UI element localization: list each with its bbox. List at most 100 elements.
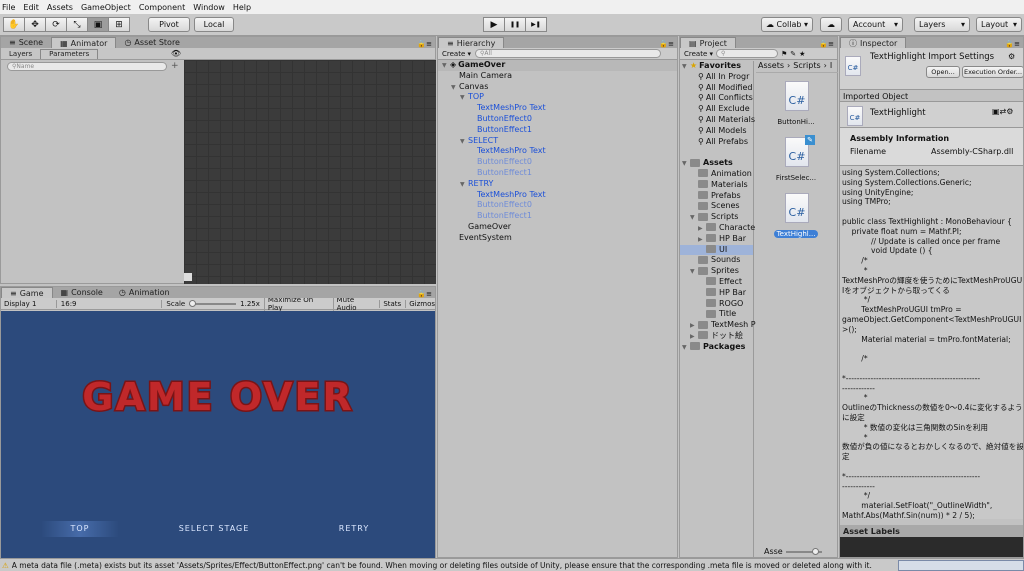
expand-arrow-icon[interactable]: ▶ [698,235,706,246]
account-dropdown[interactable]: Account ▾ [848,17,903,32]
project-tree-item[interactable]: ▼ Scripts [680,212,753,223]
animator-graph-canvas[interactable] [184,60,436,284]
expand-arrow-icon[interactable]: ▼ [682,159,690,170]
transform-tool-icon[interactable]: ⊞ [108,17,130,32]
panel-menu-icon[interactable]: 🔒≡ [417,40,432,48]
project-tree-item[interactable]: ▶ ドット絵 [680,331,753,342]
pause-button[interactable]: ❚❚ [504,17,526,32]
hierarchy-item[interactable]: TextMeshPro Text [438,103,677,114]
project-tree-item[interactable]: UI [680,244,753,256]
project-tree-item[interactable]: ▶ TextMesh P [680,320,756,331]
hierarchy-item[interactable]: ▼ Canvas [438,82,677,93]
panel-menu-icon[interactable]: 🔒≡ [659,40,674,48]
layout-dropdown[interactable]: Layout ▾ [976,17,1022,32]
project-tree-item[interactable]: ▶ Characte [680,223,755,234]
hierarchy-item[interactable]: Main Camera [438,71,677,82]
project-tree-item[interactable]: Animation [680,169,753,180]
tab-animation[interactable]: ◷ Animation [111,287,178,298]
project-tree-item[interactable]: ▼ Sprites [680,266,753,277]
menu-item-help[interactable]: Help [233,3,251,12]
rect-tool-icon[interactable]: ▣ [87,17,109,32]
menu-top-button[interactable]: TOP [41,521,119,537]
menu-item-gameobject[interactable]: GameObject [81,3,131,12]
hierarchy-item[interactable]: GameOver [438,222,677,233]
hierarchy-item[interactable]: ▼ ◈ GameOver [438,60,677,71]
tab-project[interactable]: ▤ Project [680,37,736,48]
rotate-tool-icon[interactable]: ⟳ [45,17,67,32]
tab-layers[interactable]: Layers [1,49,40,59]
open-button[interactable]: Open... [926,66,960,78]
icon-size-slider[interactable] [785,547,822,555]
expand-arrow-icon[interactable]: ▼ [442,61,450,72]
expand-arrow-icon[interactable]: ▼ [690,213,698,224]
expand-arrow-icon[interactable]: ▼ [690,267,698,278]
create-dropdown[interactable]: Create ▾ [684,50,713,58]
breadcrumb-scripts[interactable]: Scripts [793,61,820,72]
hierarchy-item[interactable]: ▼ RETRY [438,179,677,190]
aspect-dropdown[interactable]: 16:9 [61,299,163,308]
project-tree-item[interactable]: ⚲ All Prefabs [680,137,753,148]
cloud-icon[interactable]: ☁ [820,17,842,32]
scale-tool-icon[interactable]: ⤡ [66,17,88,32]
script-file[interactable]: C# ✎ FirstSelec... [756,135,836,189]
project-tree-item[interactable]: ▼ Packages [680,342,753,353]
hierarchy-item[interactable]: ButtonEffect1 [438,211,677,222]
expand-arrow-icon[interactable]: ▼ [460,180,468,191]
menu-retry-button[interactable]: RETRY [315,521,393,537]
hierarchy-search-input[interactable]: ⚲ All [475,49,662,58]
hierarchy-item[interactable]: ButtonEffect0 [438,114,677,125]
collab-button[interactable]: ☁ Collab ▾ [761,17,813,32]
hierarchy-item[interactable]: ButtonEffect1 [438,125,677,136]
step-button[interactable]: ▶❚ [525,17,547,32]
layers-dropdown[interactable]: Layers ▾ [914,17,970,32]
stats-toggle[interactable]: Stats [379,299,401,308]
project-tree-item[interactable]: ▼ ★ Favorites [680,61,753,72]
scale-slider[interactable] [189,299,237,307]
project-tree-item[interactable]: Title [680,309,753,320]
hierarchy-item[interactable]: ButtonEffect0 [438,200,677,211]
hierarchy-item[interactable]: ButtonEffect1 [438,168,677,179]
project-tree-item[interactable]: ▼ Assets [680,158,753,169]
project-tree-item[interactable]: Effect [680,277,753,288]
project-tree-item[interactable]: HP Bar [680,288,753,299]
tab-scene[interactable]: ≡ Scene [1,37,51,48]
panel-menu-icon[interactable]: 🔒≡ [417,290,432,298]
hierarchy-item[interactable]: EventSystem [438,233,677,244]
panel-menu-icon[interactable]: 🔒≡ [819,40,834,48]
add-parameter-icon[interactable]: + [171,61,179,71]
menu-item-component[interactable]: Component [139,3,185,12]
panel-menu-icon[interactable]: 🔒≡ [1005,40,1020,48]
hierarchy-item[interactable]: TextMeshPro Text [438,190,677,201]
game-view[interactable]: GAME OVER TOP SELECT STAGE RETRY [1,311,435,558]
expand-arrow-icon[interactable]: ▼ [682,62,690,73]
project-tree-item[interactable]: ⚲ All Models [680,126,753,137]
tab-inspector[interactable]: ⓘ Inspector [840,37,907,48]
script-file[interactable]: C# TextHighl... [756,193,836,245]
hierarchy-item[interactable]: ▼ SELECT [438,136,677,147]
play-button[interactable]: ▶ [483,17,505,32]
status-bar[interactable]: ⚠ A meta data file (.meta) exists but it… [0,558,1024,571]
project-tree-item[interactable]: Materials [680,180,753,191]
tab-asset-store[interactable]: ◷ Asset Store [116,37,188,48]
project-tree-item[interactable]: ⚲ All Conflicts [680,93,753,104]
project-tree-item[interactable]: ⚲ All In Progr [680,72,753,83]
tab-parameters[interactable]: Parameters [40,48,99,59]
tab-hierarchy[interactable]: ≡ Hierarchy [438,37,505,48]
hierarchy-item[interactable]: ButtonEffect0 [438,157,677,168]
favorite-star-icon[interactable]: ★ [799,50,805,58]
breadcrumb-ui[interactable]: I [830,61,832,72]
menu-item-window[interactable]: Window [193,3,225,12]
menu-item-assets[interactable]: Assets [47,3,73,12]
menu-item-file[interactable]: File [2,3,15,12]
expand-arrow-icon[interactable]: ▼ [682,343,690,354]
expand-arrow-icon[interactable]: ▼ [460,137,468,148]
project-tree-item[interactable]: ⚲ All Modified [680,83,753,94]
project-tree-item[interactable]: ⚲ All Materials [680,115,755,126]
menu-select-stage-button[interactable]: SELECT STAGE [161,521,267,537]
execution-order-button[interactable]: Execution Order... [962,66,1023,78]
tab-animator[interactable]: ▦ Animator [51,37,117,48]
menu-item-edit[interactable]: Edit [23,3,39,12]
project-tree-item[interactable]: Prefabs [680,191,753,202]
filter-type-icon[interactable]: ⚑ [781,50,787,58]
breadcrumb-assets[interactable]: Assets [758,61,784,72]
